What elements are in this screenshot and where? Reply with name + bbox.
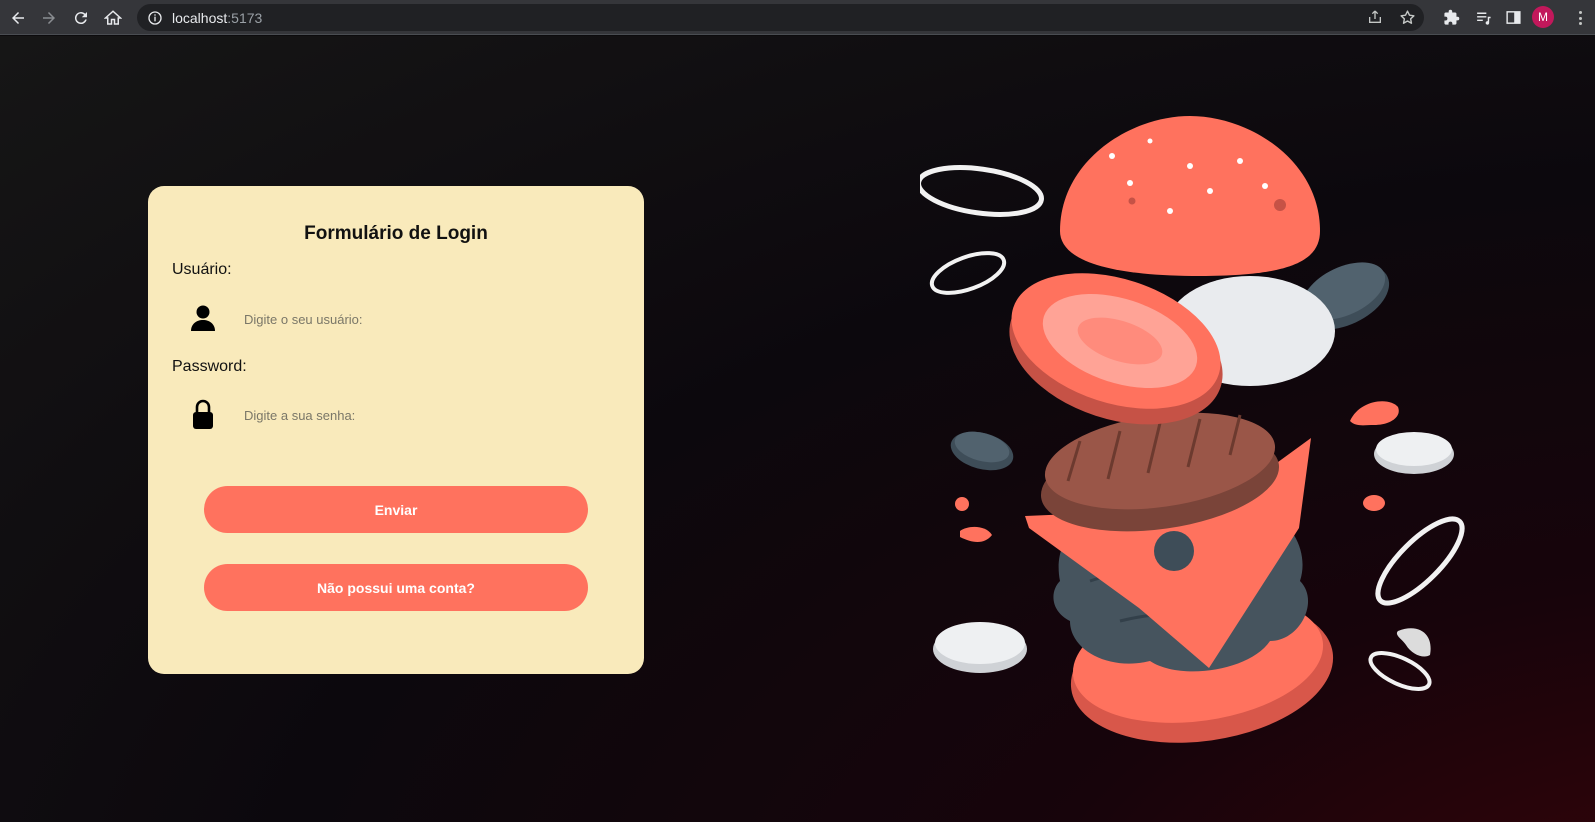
password-input[interactable] — [244, 400, 604, 430]
username-label: Usuário: — [172, 261, 232, 278]
form-title: Formulário de Login — [304, 223, 488, 244]
user-icon — [190, 304, 216, 332]
star-icon[interactable] — [1398, 8, 1416, 26]
home-icon[interactable] — [98, 0, 128, 35]
menu-kebab-icon[interactable] — [1572, 9, 1588, 27]
address-bar[interactable]: localhost:5173 — [137, 4, 1424, 31]
reload-icon[interactable] — [66, 0, 96, 35]
back-arrow-icon[interactable] — [3, 0, 33, 35]
side-panel-icon[interactable] — [1504, 8, 1522, 26]
login-form: Formulário de Login Usuário: Password: E… — [148, 186, 644, 674]
page-background: Formulário de Login Usuário: Password: E… — [0, 36, 1595, 822]
profile-avatar[interactable]: M — [1532, 6, 1554, 28]
signup-button[interactable]: Não possui uma conta? — [204, 564, 588, 611]
extensions-icon[interactable] — [1442, 8, 1460, 26]
media-icon[interactable] — [1474, 8, 1492, 26]
browser-toolbar: localhost:5173 M — [0, 0, 1595, 35]
lock-icon — [192, 398, 218, 429]
username-input[interactable] — [244, 304, 604, 334]
burger-illustration — [920, 116, 1465, 743]
submit-button[interactable]: Enviar — [204, 486, 588, 533]
password-label: Password: — [172, 358, 247, 375]
share-icon[interactable] — [1366, 8, 1384, 26]
forward-arrow-icon[interactable] — [34, 0, 64, 35]
address-url: localhost:5173 — [172, 9, 263, 26]
info-icon[interactable] — [146, 9, 164, 27]
